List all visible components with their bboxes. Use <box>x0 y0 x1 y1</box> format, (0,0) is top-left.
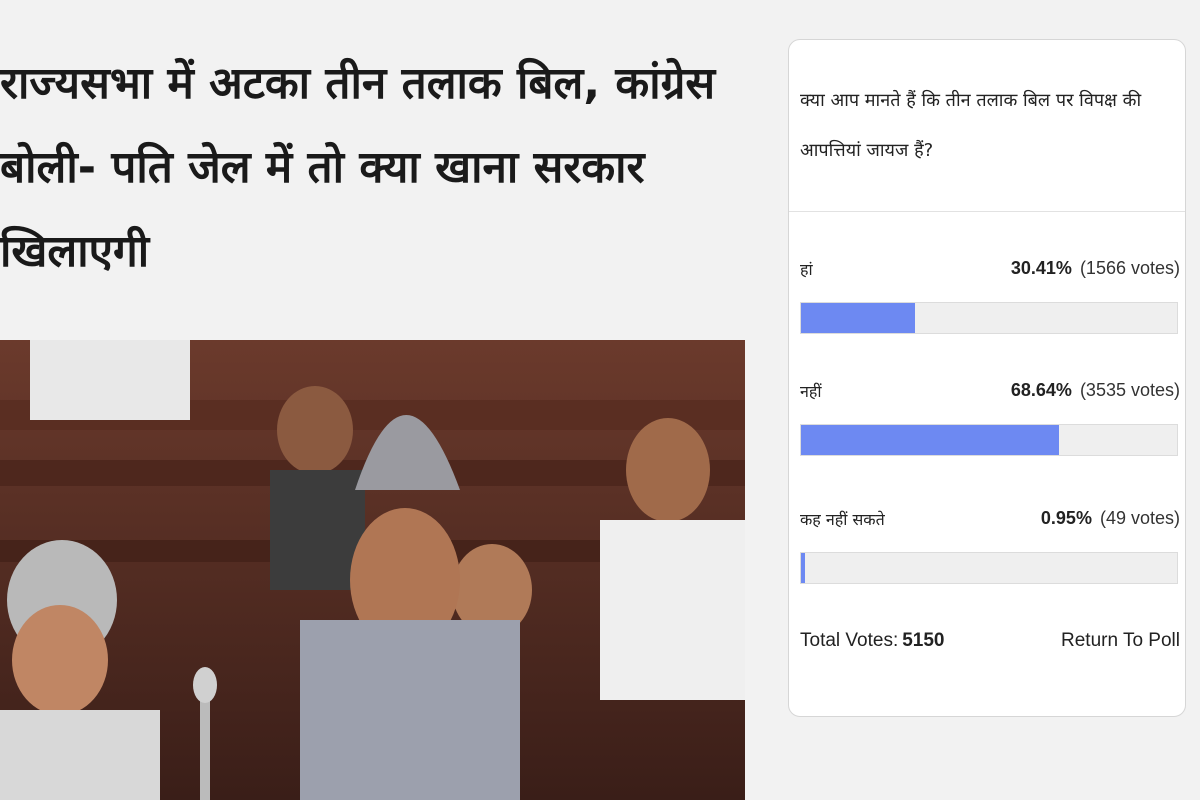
poll-footer: Total Votes: 5150 Return To Poll <box>800 630 1180 660</box>
poll-result-bar-fill <box>801 425 1060 455</box>
poll-result-bar <box>800 424 1178 456</box>
poll-option-votes: (1566 votes) <box>1079 258 1180 278</box>
poll-option-votes: (3535 votes) <box>1079 380 1180 400</box>
page: राज्यसभा में अटका तीन तलाक बिल, कांग्रेस… <box>0 0 1200 800</box>
poll-option-no: नहीं 68.64% (3535 votes) <box>800 380 1180 456</box>
return-to-poll-link[interactable]: Return To Poll <box>1061 630 1180 652</box>
poll-result-bar-fill <box>801 553 805 583</box>
poll-option-cant-say: कह नहीं सकते 0.95% (49 votes) <box>800 508 1180 584</box>
poll-option-percent: 30.41% <box>1010 258 1072 278</box>
poll-option-percent: 0.95% <box>1040 508 1092 528</box>
poll-option-label: हां <box>800 260 813 279</box>
poll-option-label: कह नहीं सकते <box>800 510 885 529</box>
poll-card: क्या आप मानते हैं कि तीन तलाक बिल पर विप… <box>788 39 1186 717</box>
parliament-photo-illustration <box>0 340 745 800</box>
total-votes-label: Total Votes: <box>800 630 899 651</box>
poll-result-bar <box>800 552 1178 584</box>
poll-divider <box>789 211 1185 212</box>
poll-result-bar-fill <box>801 303 916 333</box>
poll-option-stats: 30.41% (1566 votes) <box>1011 258 1180 279</box>
total-votes: Total Votes: 5150 <box>800 630 945 652</box>
poll-result-bar <box>800 302 1178 334</box>
poll-option-stats: 68.64% (3535 votes) <box>1011 380 1180 401</box>
article-photo <box>0 340 745 800</box>
poll-option-yes: हां 30.41% (1566 votes) <box>800 258 1180 334</box>
poll-option-votes: (49 votes) <box>1099 508 1180 528</box>
poll-option-percent: 68.64% <box>1010 380 1072 400</box>
total-votes-value: 5150 <box>902 630 945 651</box>
poll-option-stats: 0.95% (49 votes) <box>1041 508 1180 529</box>
article-headline: राज्यसभा में अटका तीन तलाक बिल, कांग्रेस… <box>0 58 716 277</box>
poll-option-row: नहीं 68.64% (3535 votes) <box>800 380 1180 404</box>
poll-option-label: नहीं <box>800 382 822 401</box>
poll-option-row: कह नहीं सकते 0.95% (49 votes) <box>800 508 1180 532</box>
poll-question: क्या आप मानते हैं कि तीन तलाक बिल पर विप… <box>800 90 1142 161</box>
poll-option-row: हां 30.41% (1566 votes) <box>800 258 1180 282</box>
